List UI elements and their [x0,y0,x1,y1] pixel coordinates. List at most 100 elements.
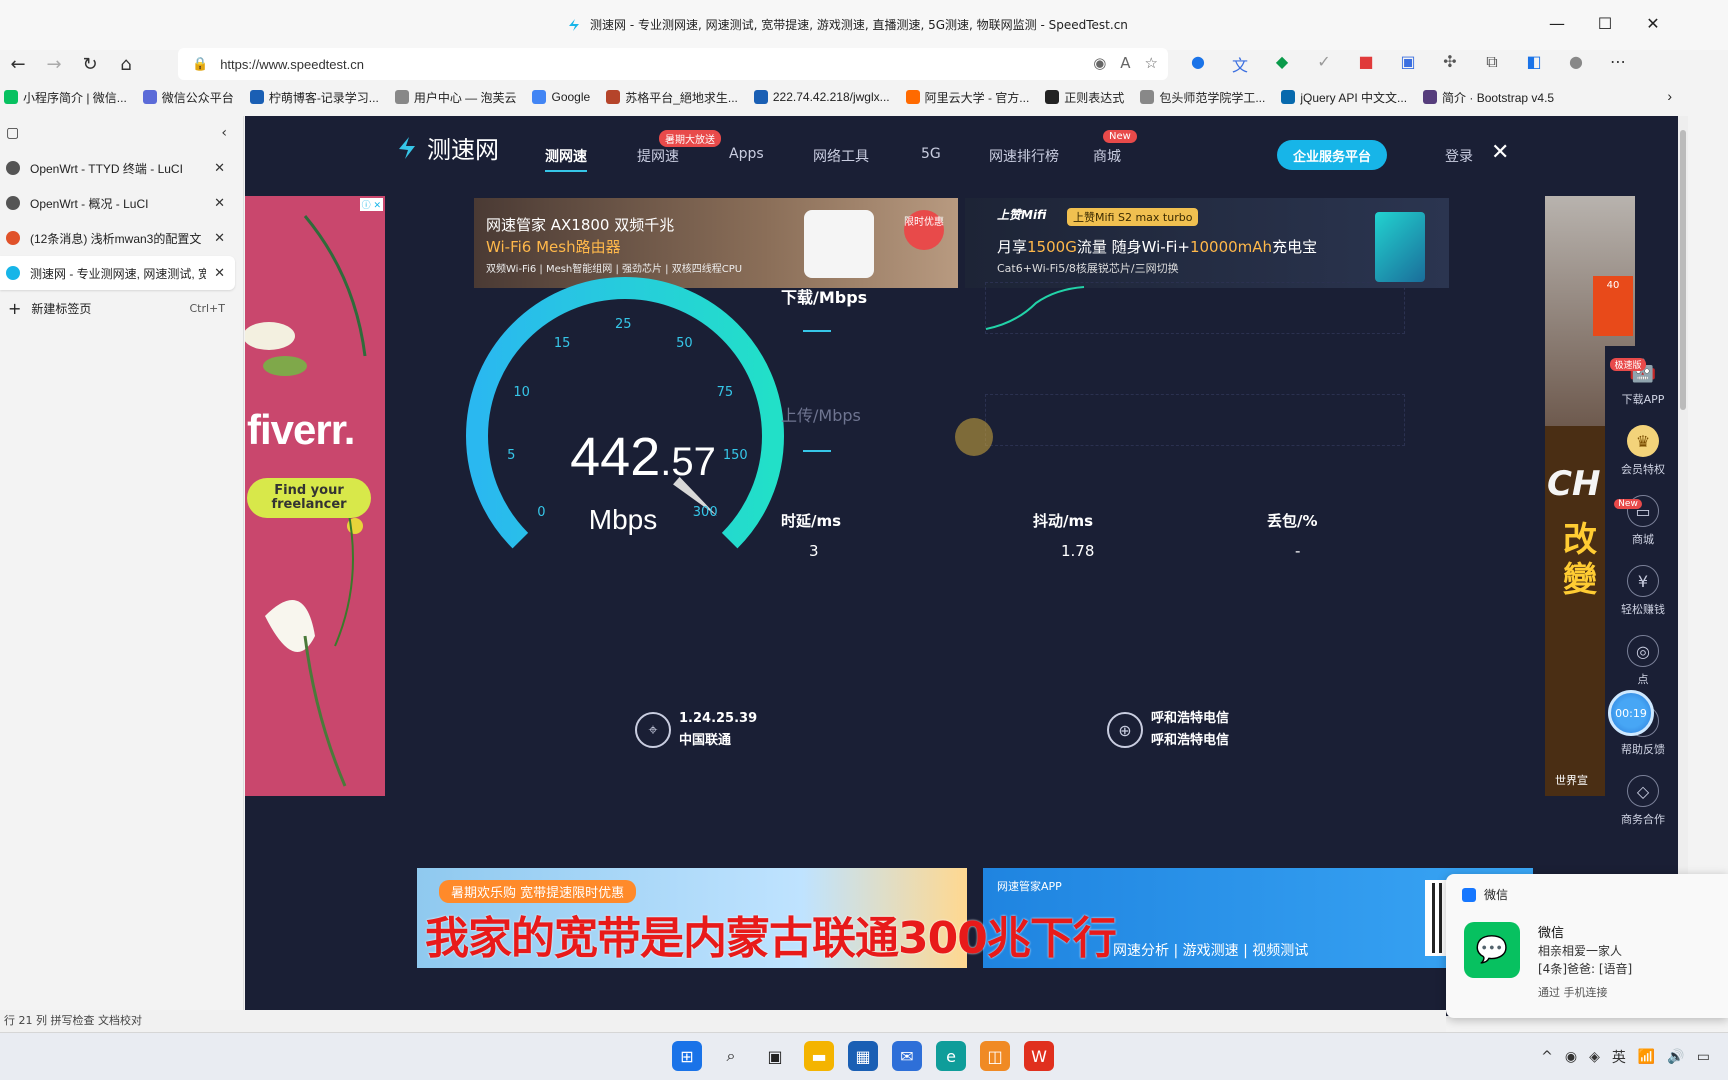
rail-item[interactable]: 极速版 🤖 下载APP [1605,346,1681,416]
collections-icon[interactable]: ⧉ [1482,52,1502,76]
tray-app-icon[interactable]: ◈ [1589,1049,1600,1065]
tab-item[interactable]: (12条消息) 浅析mwan3的配置文 ✕ [0,221,235,255]
read-aloud-icon[interactable]: A [1120,54,1130,72]
bookmark-item[interactable]: jQuery API 中文文... [1281,89,1407,106]
extension-icon[interactable]: ● [1188,52,1208,76]
rail-item[interactable]: ◎ 点 [1605,626,1681,696]
volume-icon[interactable]: 🔊 [1667,1049,1684,1065]
tab-close-icon[interactable]: ✕ [214,265,225,281]
nav-item[interactable]: 网速排行榜 [989,146,1059,166]
extension-icon[interactable]: ■ [1356,52,1376,76]
tab-item[interactable]: OpenWrt - 概况 - LuCI ✕ [0,186,235,220]
forward-icon[interactable]: → [36,49,72,79]
client-ip: 1.24.25.39 [679,711,758,726]
nav-item[interactable]: 测网速 [545,146,587,172]
search-icon[interactable]: ⌕ [716,1041,746,1071]
tab-item[interactable]: OpenWrt - TTYD 终端 - LuCI ✕ [0,151,235,185]
wifi-icon[interactable]: 📶 [1638,1049,1655,1065]
store-icon[interactable]: ▦ [848,1041,878,1071]
bookmark-item[interactable]: 正则表达式 [1045,89,1124,106]
tab-item[interactable]: 测速网 - 专业测网速, 网速测试, 宽 ✕ [0,256,235,290]
tab-favicon-icon [6,161,20,175]
bookmark-item[interactable]: 简介 · Bootstrap v4.5 [1423,89,1554,106]
server-info[interactable]: ⊕ 呼和浩特电信 呼和浩特电信 [1107,708,1229,752]
bookmark-item[interactable]: 小程序简介 | 微信... [4,89,127,106]
bookmark-item[interactable]: 阿里云大学 - 官方... [905,89,1029,106]
lock-icon[interactable]: 🔒 [192,57,208,72]
check-icon[interactable]: ✓ [1314,52,1334,76]
wechat-notification[interactable]: 微信 💬 微信 相亲相爱一家人 [4条]爸爸: [语音] 通过 手机连接 [1446,874,1728,1018]
extension-icon[interactable]: ◆ [1272,52,1292,76]
more-menu-icon[interactable]: ⋯ [1608,52,1628,76]
chevron-right-icon[interactable]: › [1667,88,1672,104]
enterprise-button[interactable]: 企业服务平台 [1277,140,1387,170]
nav-item[interactable]: 提网速 [637,146,679,166]
timer-badge[interactable]: 00:19 [1608,690,1654,736]
location-icon[interactable]: ◉ [1093,54,1106,72]
input-method-icon[interactable]: 英 [1612,1047,1626,1067]
reload-icon[interactable]: ↻ [72,49,108,79]
url-text[interactable]: https://www.speedtest.cn [220,57,364,72]
ad-cta-button[interactable]: Find your freelancer [247,478,371,518]
nav-item[interactable]: 网络工具 [813,146,869,166]
nav-item[interactable]: 5G [921,146,941,162]
extension-icon[interactable]: ▣ [1398,52,1418,76]
bookmark-item[interactable]: 222.74.42.218/jwglx... [753,90,890,104]
bookmark-favicon-icon [142,90,157,104]
nav-badge: New [1103,130,1137,143]
collapse-icon[interactable]: ‹ [221,125,227,141]
wps-icon[interactable]: W [1024,1041,1054,1071]
new-tab-button[interactable]: + 新建标签页 Ctrl+T [0,291,243,325]
mail-icon[interactable]: ✉ [892,1041,922,1071]
tray-app-icon[interactable]: ◉ [1565,1049,1577,1065]
task-view-icon[interactable]: ▣ [760,1041,790,1071]
tab-actions-icon[interactable]: ▢ [6,125,19,141]
tab-favicon-icon [6,196,20,210]
bookmark-item[interactable]: 微信公众平台 [142,89,234,106]
window-titlebar: 测速网 - 专业测网速, 网速测试, 宽带提速, 游戏测速, 直播测速, 5G测… [0,0,1728,50]
favorite-star-icon[interactable]: ☆ [1145,54,1158,72]
top-ad-mifi[interactable]: 上赞Mifi 上赞Mifi S2 max turbo 月享1500G流量 随身W… [965,198,1449,288]
site-logo[interactable]: 测速网 [393,130,499,165]
login-link[interactable]: 登录 [1445,146,1473,166]
rail-item[interactable]: ◇ 商务合作 [1605,766,1681,836]
nav-item[interactable]: Apps [729,146,764,162]
translate-icon[interactable]: 文 [1230,52,1250,76]
rail-item[interactable]: ¥ 轻松赚钱 [1605,556,1681,626]
gauge-tick-label: 50 [676,335,693,351]
rail-item[interactable]: ♛ 会员特权 [1605,416,1681,486]
profile-avatar-icon[interactable]: ● [1566,52,1586,76]
tab-favicon-icon [6,231,20,245]
battery-icon[interactable]: ▭ [1697,1049,1710,1065]
bookmark-favicon-icon [1423,90,1438,104]
back-icon[interactable]: ← [0,49,36,79]
close-window-button[interactable]: ✕ [1644,14,1662,33]
tray-chevron-icon[interactable]: ^ [1541,1049,1553,1065]
tab-close-icon[interactable]: ✕ [214,160,225,176]
rail-item[interactable]: New ▭ 商城 [1605,486,1681,556]
tab-close-icon[interactable]: ✕ [214,195,225,211]
close-icon[interactable]: ✕ [1491,140,1509,165]
download-label: 下载/Mbps [781,288,868,307]
home-icon[interactable]: ⌂ [108,49,144,79]
tab-close-icon[interactable]: ✕ [214,230,225,246]
minimize-button[interactable]: — [1548,14,1566,33]
bookmark-item[interactable]: 苏格平台_絕地求生... [606,89,738,106]
address-bar[interactable]: 🔒 https://www.speedtest.cn ◉ A ☆ [178,48,1168,80]
bookmark-item[interactable]: 包头师范学院学工... [1140,89,1265,106]
file-explorer-icon[interactable]: ▬ [804,1041,834,1071]
ad-brand: fiverr. [247,406,355,453]
bookmark-item[interactable]: 用户中心 — 泡芙云 [394,89,516,106]
gauge-tick-label: 15 [553,335,571,351]
bookmark-item[interactable]: 柠萌博客-记录学习... [249,89,379,106]
nav-item[interactable]: 商城 [1093,146,1121,166]
maximize-button[interactable]: ☐ [1596,14,1614,33]
left-ad-banner[interactable]: ⓘ ✕ fiverr. Find your freelancer [245,196,385,796]
app-icon[interactable]: ◫ [980,1041,1010,1071]
sidebar-icon[interactable]: ◧ [1524,52,1544,76]
puzzle-icon[interactable]: ✣ [1440,52,1460,76]
bookmark-item[interactable]: Google [532,90,590,104]
windows-start-icon[interactable]: ⊞ [672,1041,702,1071]
gauge-tick-label: 300 [692,504,718,520]
edge-icon[interactable]: e [936,1041,966,1071]
